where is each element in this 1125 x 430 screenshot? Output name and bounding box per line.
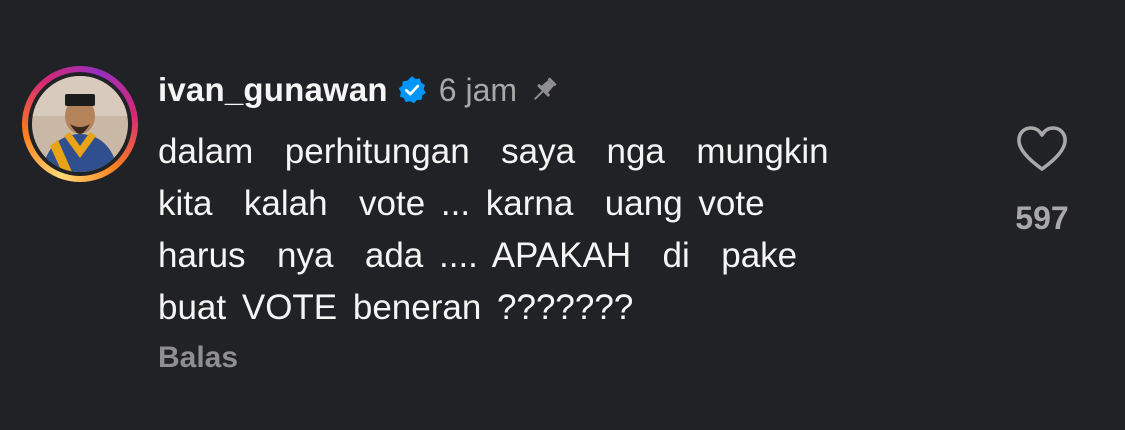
avatar-story-ring[interactable] xyxy=(22,66,138,182)
pin-icon xyxy=(527,73,561,107)
comment-text-line: kita kalah vote ... karna uang vote xyxy=(158,184,765,223)
avatar[interactable] xyxy=(32,76,128,172)
comment-text-line: dalam perhitungan saya nga mungkin xyxy=(158,132,829,171)
comment-header: ivan_gunawan 6 jam xyxy=(158,68,561,112)
username[interactable]: ivan_gunawan xyxy=(158,71,388,109)
like-count: 597 xyxy=(1015,200,1069,236)
comment-text-line: buat VOTE beneran ??????? xyxy=(158,288,634,327)
avatar-image xyxy=(32,76,128,172)
comment-item: ivan_gunawan 6 jam dalam perhitungan say… xyxy=(0,0,1125,430)
heart-outline-icon xyxy=(1017,126,1067,171)
reply-button[interactable]: Balas xyxy=(158,341,238,375)
comment-text-line: harus nya ada .... APAKAH di pake xyxy=(158,236,798,275)
comment-timestamp: 6 jam xyxy=(438,71,518,108)
verified-badge-icon xyxy=(397,75,427,105)
comment-text: dalam perhitungan saya nga mungkin kita … xyxy=(158,126,958,334)
like-button[interactable] xyxy=(1014,124,1070,174)
